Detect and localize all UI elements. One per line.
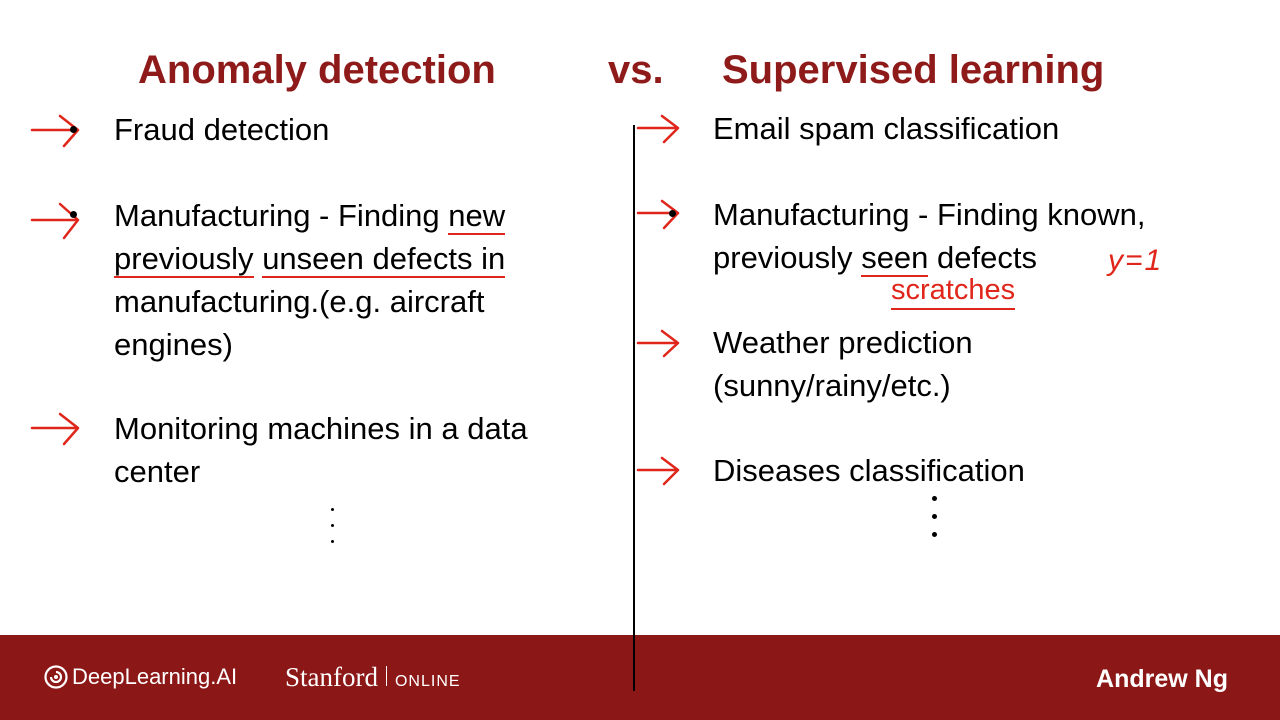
title-anomaly-detection: Anomaly detection <box>138 48 496 92</box>
text: engines) <box>114 327 233 362</box>
red-arrow-icon <box>30 202 80 240</box>
red-arrow-icon <box>636 114 680 144</box>
online-logo-text: ONLINE <box>394 673 461 690</box>
bullet-icon <box>70 126 77 133</box>
bullet-icon <box>70 211 77 218</box>
author-name: Andrew Ng <box>1096 665 1228 693</box>
title-vs: vs. <box>608 48 664 92</box>
underlined-new: new <box>448 198 506 235</box>
right-item-email-spam: Email spam classification <box>713 111 1060 146</box>
text: manufacturing.(e.g. aircraft <box>114 284 485 319</box>
text: Manufacturing - Finding known, <box>713 197 1146 232</box>
handwritten-scratches: scratches <box>891 272 1016 310</box>
right-item-weather-prediction: Weather prediction (sunny/rainy/etc.) <box>713 321 973 407</box>
ellipsis-vertical-icon <box>932 496 938 550</box>
deeplearning-logo-text: DeepLearning.AI <box>72 664 238 689</box>
ellipsis-vertical-icon <box>331 508 337 556</box>
right-item-diseases-classification: Diseases classification <box>713 453 1025 488</box>
column-divider-tail <box>633 635 635 691</box>
underlined-previously: previously <box>114 241 254 278</box>
stanford-logo-text: Stanford <box>285 662 378 692</box>
left-item-manufacturing: Manufacturing - Finding new previously u… <box>114 194 594 366</box>
text: defects <box>928 240 1037 275</box>
logo-separator <box>385 666 387 686</box>
red-arrow-icon <box>30 412 80 446</box>
left-item-monitoring-machines: Monitoring machines in a data center <box>114 411 528 489</box>
text: previously <box>713 240 862 275</box>
red-arrow-icon <box>636 456 680 486</box>
underlined-unseen-defects: unseen defects in <box>262 241 506 278</box>
deeplearning-ai-logo: DeepLearning.AI <box>44 664 237 690</box>
handwritten-label-y-equals-1: y=1 <box>1108 244 1164 277</box>
red-arrow-icon <box>636 329 680 358</box>
deeplearning-logo-icon <box>44 665 68 689</box>
bullet-icon <box>669 210 676 217</box>
text: Weather prediction <box>713 325 973 360</box>
column-divider <box>633 125 635 691</box>
text: Manufacturing - Finding <box>114 198 449 233</box>
right-item-manufacturing: Manufacturing - Finding known, previousl… <box>713 193 1253 279</box>
text <box>254 241 263 276</box>
left-item-fraud-detection: Fraud detection <box>114 112 330 147</box>
text: (sunny/rainy/etc.) <box>713 368 951 403</box>
title-supervised-learning: Supervised learning <box>722 48 1105 92</box>
stanford-online-logo: Stanford ONLINE <box>285 662 461 693</box>
